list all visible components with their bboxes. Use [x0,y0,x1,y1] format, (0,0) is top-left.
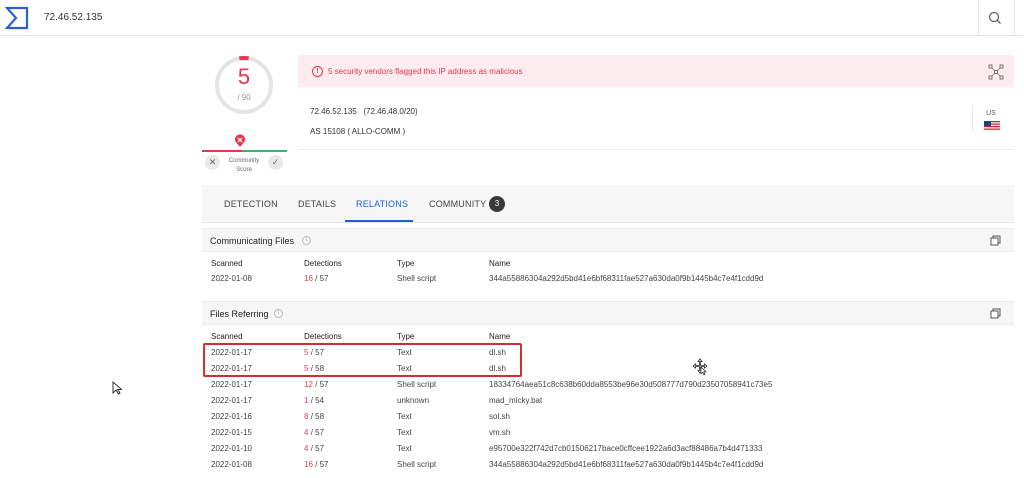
column-header-name[interactable]: Name [489,332,510,341]
community-score-bar-positive [242,150,287,152]
community-count-badge: 3 [489,196,505,212]
cell-name-link[interactable]: sol.sh [489,412,510,421]
move-cursor-icon [692,358,708,376]
detections-count: 1 [304,396,309,405]
cell-scanned: 2022-01-15 [211,428,252,437]
cell-name-link[interactable]: vm.sh [489,428,510,437]
cell-detections: 4 / 57 [304,428,324,437]
cell-detections: 8 / 58 [304,412,324,421]
community-score-label: Community Score [222,157,266,175]
community-score-label-line1: Community [228,158,260,164]
cell-scanned: 2022-01-10 [211,444,252,453]
cell-detections: 1 / 54 [304,396,324,405]
community-score-bar-negative [202,150,242,152]
cell-type: Shell script [397,380,437,389]
community-score-label-line2: Score [236,167,252,173]
column-header-detections[interactable]: Detections [304,259,342,268]
cell-detections: 16 / 57 [304,460,328,469]
cell-name-link[interactable]: mad_micky.bat [489,396,542,405]
cell-name-link[interactable]: 18334764aea51c8c638b60dda8553be96e30d508… [489,380,772,389]
divider [978,0,979,36]
search-input[interactable]: 72.46.52.135 [44,12,102,23]
detections-count: 16 [304,460,313,469]
ip-address-line: 72.46.52.135 (72.46.48.0/20) [310,107,418,116]
detections-count: 8 [304,412,309,421]
tab-detection[interactable]: DETECTION [224,199,278,209]
logo-icon[interactable] [5,6,29,30]
malicious-alert-banner: ! 5 security vendors flagged this IP add… [298,55,1014,87]
column-header-type[interactable]: Type [397,332,414,341]
detection-score: 5 [237,64,251,89]
cell-detections: 16 / 57 [304,274,328,283]
divider [1014,0,1015,36]
column-header-scanned[interactable]: Scanned [211,259,243,268]
column-header-detections[interactable]: Detections [304,332,342,341]
cell-scanned: 2022-01-16 [211,412,252,421]
column-header-scanned[interactable]: Scanned [211,332,243,341]
files-referring-header: Files Referring i [202,301,1014,325]
column-header-type[interactable]: Type [397,259,414,268]
alert-icon: ! [312,66,323,77]
search-icon[interactable] [984,8,1006,28]
detections-total: / 57 [315,460,329,469]
cell-type: Shell script [397,460,437,469]
divider [972,106,973,132]
cell-name-link[interactable]: e95700e322f742d7cb01506217bace0cffcee192… [489,444,762,453]
detections-count: 12 [304,380,313,389]
ip-address[interactable]: 72.46.52.135 [310,107,357,116]
section-title: Files Referring [210,309,269,319]
cell-type: Text [397,444,412,453]
cell-type: unknown [397,396,430,405]
info-icon[interactable]: i [274,309,283,318]
cell-scanned: 2022-01-08 [211,274,252,283]
detections-count: 4 [304,444,309,453]
cell-scanned: 2022-01-08 [211,460,252,469]
cell-name-link[interactable]: 344a55886304a292d5bd41e6bf68311fae527a63… [489,274,763,283]
autonomous-system[interactable]: AS 15108 ( ALLO-COMM ) [310,127,405,136]
detections-total: / 58 [310,412,325,421]
country-code: US [986,110,996,117]
cell-scanned: 2022-01-17 [211,380,252,389]
cell-type: Text [397,428,412,437]
detections-total: / 57 [315,274,329,283]
cursor-icon [112,381,123,395]
cell-type: Text [397,412,412,421]
cell-detections: 12 / 57 [304,380,328,389]
ip-network[interactable]: (72.46.48.0/20) [363,107,417,116]
tab-details[interactable]: DETAILS [298,199,336,209]
detections-total: / 57 [315,380,329,389]
thumbs-up-icon[interactable]: ✓ [268,155,283,170]
ip-info-panel: 72.46.52.135 (72.46.48.0/20) AS 15108 ( … [298,87,1014,150]
top-bar: 72.46.52.135 [0,0,1024,36]
tab-community[interactable]: COMMUNITY [429,199,486,209]
info-icon[interactable]: i [302,236,311,245]
communicating-files-header: Communicating Files i [202,228,1014,252]
graph-icon[interactable] [988,64,1004,80]
cell-type: Shell script [397,274,437,283]
community-score-marker-icon [235,134,245,147]
column-header-name[interactable]: Name [489,259,510,268]
detections-count: 4 [304,428,309,437]
detections-count: 16 [304,274,313,283]
flag-us-icon [984,121,1000,131]
thumbs-down-icon[interactable]: ✕ [205,155,220,170]
detection-total: / 90 [237,93,251,102]
copy-icon[interactable] [990,308,1001,319]
active-tab-indicator [345,220,413,222]
cell-detections: 4 / 57 [304,444,324,453]
detections-total: / 57 [310,428,325,437]
tab-relations[interactable]: RELATIONS [356,199,408,209]
section-title: Communicating Files [210,236,295,246]
copy-icon[interactable] [990,235,1001,246]
highlight-annotation-box [203,343,522,377]
cell-scanned: 2022-01-17 [211,396,252,405]
alert-text: 5 security vendors flagged this IP addre… [328,67,523,76]
detections-total: / 54 [310,396,325,405]
cell-name-link[interactable]: 344a55886304a292d5bd41e6bf68311fae527a63… [489,460,763,469]
detections-total: / 57 [310,444,325,453]
